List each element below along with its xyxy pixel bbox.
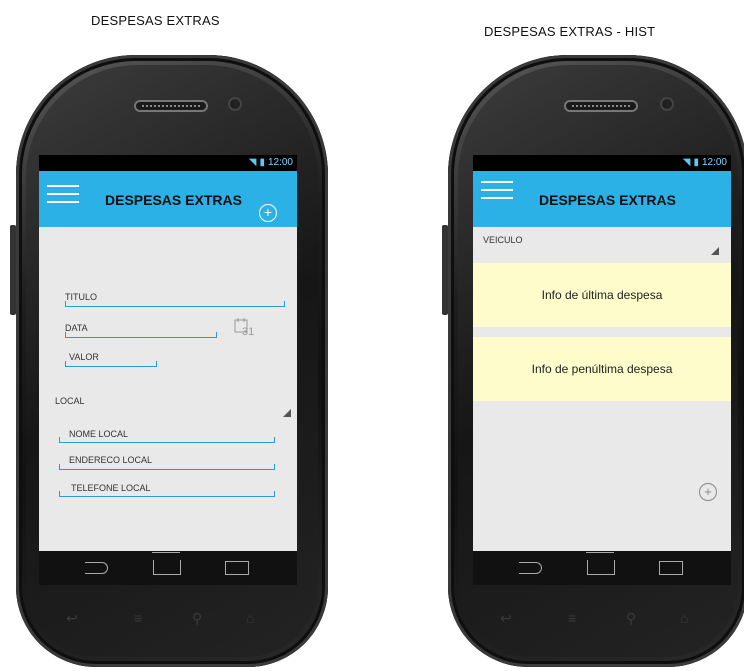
battery-icon: ▮ (259, 157, 265, 168)
caption-left: DESPESAS EXTRAS (91, 13, 220, 28)
expense-card-latest[interactable]: Info de última despesa (473, 263, 731, 327)
hardware-menu-key[interactable]: ≡ (134, 610, 142, 626)
app-bar: DESPESAS EXTRAS + (39, 171, 297, 227)
status-time: 12:00 (267, 157, 293, 168)
titulo-input[interactable] (65, 301, 285, 307)
volume-button (442, 225, 448, 315)
screen-history: ◥ ▮ 12:00 DESPESAS EXTRAS VEICULO Info de … (473, 155, 731, 585)
status-bar: ◥ ▮ 12:00 (39, 155, 297, 171)
hardware-menu-key[interactable]: ≡ (568, 610, 576, 626)
hardware-home-key[interactable]: ⌂ (246, 610, 254, 626)
wifi-icon: ◥ (682, 157, 691, 168)
battery-icon: ▮ (693, 157, 699, 168)
app-bar: DESPESAS EXTRAS (473, 171, 731, 227)
back-icon[interactable] (519, 562, 542, 574)
home-icon[interactable] (153, 560, 181, 575)
spinner-dropdown-icon[interactable] (711, 247, 719, 255)
menu-icon[interactable] (47, 185, 79, 203)
veiculo-spinner-label: VEICULO (483, 235, 523, 245)
endereco-local-input[interactable] (59, 464, 275, 470)
telefone-local-input[interactable] (59, 491, 275, 497)
nav-bar (473, 551, 731, 585)
home-icon[interactable] (587, 560, 615, 575)
recent-apps-icon[interactable] (225, 561, 249, 575)
status-bar: ◥ ▮ 12:00 (473, 155, 731, 171)
menu-icon[interactable] (481, 181, 513, 199)
hardware-search-key[interactable]: ⚲ (192, 610, 202, 627)
calendar-day: 31 (242, 326, 255, 338)
add-icon[interactable]: + (699, 483, 717, 501)
add-icon[interactable]: + (259, 204, 277, 222)
nav-bar (39, 551, 297, 585)
app-title: DESPESAS EXTRAS (539, 192, 676, 208)
valor-input[interactable] (65, 361, 157, 367)
phone-frame-right: ◥ ▮ 12:00 DESPESAS EXTRAS VEICULO Info de … (442, 55, 744, 667)
screen-form: ◥ ▮ 12:00 DESPESAS EXTRAS + TITULO DATA 31… (39, 155, 297, 585)
expense-card-previous[interactable]: Info de penúltima despesa (473, 337, 731, 401)
volume-button (10, 225, 16, 315)
speaker-grille (134, 100, 208, 112)
data-input[interactable] (65, 332, 217, 338)
speaker-grille (564, 100, 638, 112)
back-icon[interactable] (85, 562, 108, 574)
recent-apps-icon[interactable] (659, 561, 683, 575)
hardware-back-key[interactable]: ↩ (500, 610, 512, 627)
hardware-back-key[interactable]: ↩ (66, 610, 78, 627)
hardware-search-key[interactable]: ⚲ (626, 610, 636, 627)
nome-local-input[interactable] (59, 437, 275, 443)
local-spinner-label: LOCAL (55, 396, 85, 406)
app-title: DESPESAS EXTRAS (105, 192, 242, 208)
status-time: 12:00 (701, 157, 727, 168)
wifi-icon: ◥ (248, 157, 257, 168)
calendar-icon[interactable]: 31 (234, 317, 255, 338)
front-camera (662, 99, 672, 109)
phone-frame-left: ◥ ▮ 12:00 DESPESAS EXTRAS + TITULO DATA 31… (10, 55, 328, 667)
front-camera (230, 99, 240, 109)
spinner-dropdown-icon[interactable] (283, 409, 291, 417)
caption-right: DESPESAS EXTRAS - HIST (484, 24, 656, 39)
hardware-home-key[interactable]: ⌂ (680, 610, 688, 626)
